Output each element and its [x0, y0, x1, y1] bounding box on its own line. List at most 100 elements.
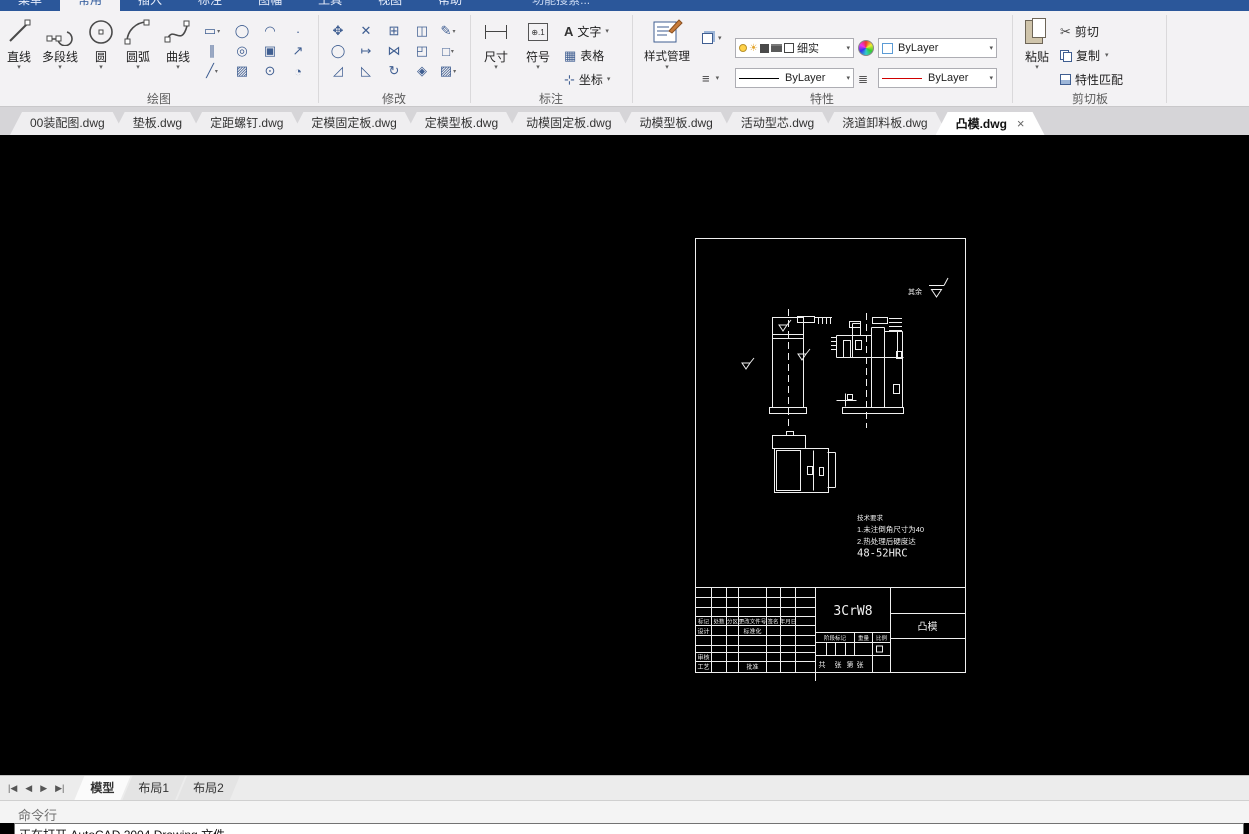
curve-icon[interactable]: ◠ [260, 22, 280, 40]
paste-button[interactable]: 粘贴 ▾ [1018, 14, 1056, 71]
text-icon: A [564, 24, 574, 39]
ray-icon[interactable]: ↗ [288, 42, 308, 60]
command-input[interactable]: 正在打开 AutoCAD 2004 Drawing 文件 [14, 823, 1244, 834]
next-tab-button[interactable]: ▶ [40, 783, 47, 794]
layer-states-button[interactable]: ▾ [702, 33, 722, 44]
parallel-icon[interactable]: ∥ [202, 42, 222, 60]
edit-icon[interactable]: ✎ ▾ [438, 22, 458, 40]
lineweight-icon[interactable]: ≣ [858, 72, 868, 86]
copy-button[interactable]: 复制 ▾ [1060, 47, 1109, 64]
region-icon[interactable]: ▣ [260, 42, 280, 60]
tb-date: 年月日 [780, 618, 797, 626]
tab-model[interactable]: 模型 [74, 776, 130, 800]
linetype2-select[interactable]: ByLayer ▾ [878, 68, 997, 88]
wipeout-icon[interactable]: ◔ [288, 62, 308, 80]
layer-color-swatch [783, 43, 794, 53]
line-button[interactable]: 直线 ▾ [2, 14, 36, 71]
file-tab[interactable]: 动模固定板.dwg [506, 112, 631, 135]
cut-button[interactable]: ✂ 剪切 [1060, 23, 1099, 40]
explode-icon[interactable]: ◈ [412, 62, 432, 80]
coordinate-icon: ⊹ [564, 71, 575, 87]
menu-tab-home[interactable]: 常用 [60, 0, 121, 11]
tb-stage: 阶段标记 [824, 634, 847, 642]
tb-total: 共 [819, 660, 826, 669]
dimension-button[interactable]: 尺寸 ▾ [478, 14, 514, 71]
color-value: ByLayer [898, 42, 939, 54]
symbol-button[interactable]: ⊕.1 符号 ▾ [520, 14, 556, 71]
clip-icon[interactable]: □ ▾ [438, 42, 458, 60]
file-tab[interactable]: 活动型芯.dwg [721, 112, 834, 135]
coordinate-button[interactable]: ⊹ 坐标 ▾ [564, 71, 610, 88]
tab-layout1[interactable]: 布局1 [122, 776, 185, 800]
fillet-icon[interactable]: ◿ [328, 62, 348, 80]
scale-icon[interactable]: ◰ [412, 42, 432, 60]
function-search[interactable]: 功能搜索... [502, 0, 608, 11]
notes-line2: 2.热处理后硬度达 [857, 536, 916, 546]
erase-icon[interactable]: ✕ [356, 22, 376, 40]
file-tab[interactable]: 定模固定板.dwg [291, 112, 416, 135]
file-tab[interactable]: 定距螺钉.dwg [190, 112, 303, 135]
menu-tab-help[interactable]: 帮助 [420, 0, 480, 11]
file-tab[interactable]: 定模型板.dwg [405, 112, 518, 135]
file-tab[interactable]: 垫板.dwg [113, 112, 202, 135]
menu-tab-view[interactable]: 视图 [360, 0, 420, 11]
close-icon[interactable]: × [1017, 116, 1025, 131]
linetype-value: ByLayer [785, 72, 826, 84]
color-select[interactable]: ByLayer ▾ [878, 38, 997, 58]
layer-on-icon [739, 44, 747, 52]
lineweight-list-button[interactable]: ≡ ▾ [702, 71, 719, 86]
layer-freeze-icon: ☀ [749, 42, 758, 54]
menu-tab-sheet[interactable]: 图幅 [240, 0, 300, 11]
file-tab[interactable]: 动模型板.dwg [620, 112, 733, 135]
circle-button[interactable]: 圆 ▾ [84, 14, 118, 71]
layer-states-icon [702, 33, 713, 44]
last-tab-button[interactable]: ▶| [55, 783, 64, 794]
rotate-icon[interactable]: ↻ [384, 62, 404, 80]
menu-tab-menu[interactable]: 菜单 [0, 0, 60, 11]
match-properties-button[interactable]: 特性匹配 [1060, 71, 1123, 88]
table-button[interactable]: ▦ 表格 [564, 47, 604, 64]
annotate-panel-label: 标注 [538, 92, 563, 106]
tb-design: 设计 [697, 628, 709, 636]
file-tab[interactable]: 浇道卸料板.dwg [822, 112, 947, 135]
hatch-icon[interactable]: ▨ [232, 62, 252, 80]
prev-tab-button[interactable]: ◀ [25, 783, 32, 794]
material-label: 3CrW8 [833, 604, 872, 619]
rectangle-icon[interactable]: ▭ ▾ [202, 22, 222, 40]
layer-select[interactable]: ☀ 细实 ▾ [735, 38, 854, 58]
offset-icon[interactable]: ◯ [328, 42, 348, 60]
hatch-edit-icon[interactable]: ▨ ▾ [438, 62, 458, 80]
tb-scale: 比例 [876, 634, 888, 642]
style-manager-button[interactable]: 样式管理 ▾ [638, 14, 696, 71]
copy-object-icon[interactable]: ◫ [412, 22, 432, 40]
linetype-select[interactable]: ByLayer ▾ [735, 68, 854, 88]
table-icon: ▦ [564, 47, 577, 63]
menu-tab-insert[interactable]: 插入 [120, 0, 180, 11]
file-tab-active[interactable]: 凸模.dwg × [936, 112, 1045, 135]
donut-icon[interactable]: ◎ [232, 42, 252, 60]
stretch-icon[interactable]: ↦ [356, 42, 376, 60]
tb-sign: 签名 [767, 618, 778, 626]
move-icon[interactable]: ✥ [328, 22, 348, 40]
color-wheel-icon[interactable] [858, 40, 874, 56]
mirror-icon[interactable]: ⋈ [384, 42, 404, 60]
arc-button[interactable]: 圆弧 ▾ [118, 14, 158, 71]
point-icon[interactable]: · [288, 22, 308, 40]
modify-panel-label: 修改 [381, 92, 406, 106]
revision-cloud-icon[interactable]: ⊙ [260, 62, 280, 80]
polyline-button[interactable]: 多段线 ▾ [36, 14, 84, 71]
drawing-canvas[interactable]: 其余 技术要求 1.未注倒角尺寸为40 2.热处理后硬度达 48-52HRC 3… [0, 135, 1249, 775]
file-tab[interactable]: 00装配图.dwg [10, 112, 125, 135]
menu-tab-annotate[interactable]: 标注 [180, 0, 240, 11]
construction-line-icon[interactable]: ╱ ▾ [202, 62, 222, 80]
spline-button[interactable]: 曲线 ▾ [158, 14, 198, 71]
first-tab-button[interactable]: |◀ [8, 783, 17, 794]
chamfer-icon[interactable]: ◺ [356, 62, 376, 80]
ellipse-icon[interactable]: ◯ [232, 22, 252, 40]
array-icon[interactable]: ⊞ [384, 22, 404, 40]
tb-page: 第 [847, 660, 854, 669]
menu-tab-tools[interactable]: 工具 [300, 0, 360, 11]
linetype2-sample [882, 77, 922, 79]
tab-layout2[interactable]: 布局2 [177, 776, 240, 800]
text-button[interactable]: A 文字 ▾ [564, 23, 609, 40]
